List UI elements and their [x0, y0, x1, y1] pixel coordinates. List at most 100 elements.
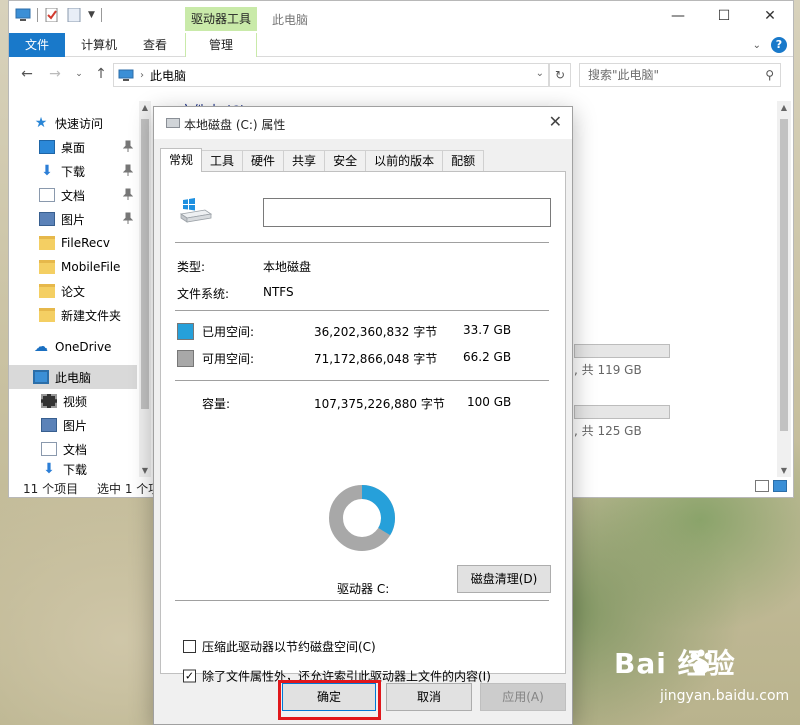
- minimize-icon[interactable]: —: [655, 1, 701, 31]
- qat-dropdown-icon[interactable]: ▼: [88, 10, 95, 20]
- video-icon: [41, 394, 57, 408]
- new-folder-icon[interactable]: [66, 8, 82, 22]
- download-arrow-icon: ⬇: [41, 163, 53, 179]
- sidebar-item-desktop[interactable]: 桌面: [39, 135, 137, 159]
- tab-hardware[interactable]: 硬件: [242, 150, 285, 172]
- search-input[interactable]: 搜索"此电脑" ⚲: [579, 63, 781, 87]
- back-arrow-icon[interactable]: ←: [17, 66, 37, 82]
- breadcrumb-this-pc[interactable]: 此电脑: [150, 67, 186, 84]
- divider: [175, 600, 549, 601]
- details-view-icon[interactable]: [755, 480, 769, 492]
- used-space-arc: [361, 485, 395, 536]
- free-space-swatch: [177, 350, 194, 367]
- qat-divider: [100, 8, 102, 22]
- compress-option[interactable]: 压缩此驱动器以节约磁盘空间(C): [183, 638, 376, 655]
- recent-locations-icon[interactable]: ⌄: [69, 69, 89, 79]
- sidebar-item-mobilefile[interactable]: MobileFile: [39, 255, 137, 279]
- sidebar-item-downloads[interactable]: ⬇ 下载: [39, 159, 137, 183]
- refresh-icon[interactable]: ↻: [549, 63, 571, 87]
- this-pc-icon[interactable]: [15, 8, 31, 22]
- desktop-icon: [39, 140, 55, 154]
- large-icons-view-icon[interactable]: [773, 480, 787, 492]
- sidebar-item-pictures[interactable]: 图片: [39, 207, 137, 231]
- apply-button[interactable]: 应用(A): [480, 683, 566, 711]
- sidebar-item-this-pc[interactable]: 此电脑: [9, 365, 137, 389]
- divider: [175, 380, 549, 381]
- type-label: 类型:: [177, 260, 206, 274]
- scroll-down-icon[interactable]: ▼: [139, 466, 151, 475]
- tab-computer[interactable]: 计算机: [71, 33, 127, 57]
- drive-icon: [166, 118, 180, 128]
- tab-general[interactable]: 常规: [160, 148, 203, 172]
- sidebar-item-label: 此电脑: [55, 370, 92, 385]
- picture-icon: [39, 212, 55, 226]
- hard-drive-icon: [179, 198, 213, 223]
- maximize-icon[interactable]: ☐: [701, 1, 747, 31]
- pin-icon[interactable]: [123, 188, 133, 200]
- tab-sharing[interactable]: 共享: [283, 150, 326, 172]
- filesystem-label: 文件系统:: [177, 287, 230, 301]
- sidebar-item-thesis[interactable]: 论文: [39, 279, 137, 303]
- properties-icon[interactable]: [44, 8, 60, 22]
- explorer-titlebar: ▼ 驱动器工具 此电脑 — ☐ ✕: [9, 1, 793, 33]
- sidebar-item-videos[interactable]: 视频: [41, 389, 137, 413]
- dialog-title: 本地磁盘 (C:) 属性: [184, 118, 286, 132]
- sidebar-item-quick-access[interactable]: ★ 快速访问: [33, 111, 133, 135]
- ribbon-tabs: 文件 计算机 查看 管理 ⌄ ?: [9, 33, 793, 57]
- scroll-thumb[interactable]: [780, 119, 788, 431]
- up-arrow-icon[interactable]: ↑: [91, 66, 111, 82]
- content-scrollbar[interactable]: ▲ ▼: [777, 101, 791, 477]
- search-icon[interactable]: ⚲: [765, 64, 774, 86]
- scroll-up-icon[interactable]: ▲: [778, 103, 790, 112]
- close-icon[interactable]: ✕: [549, 112, 562, 131]
- forward-arrow-icon[interactable]: →: [45, 66, 65, 82]
- ribbon-expand-icon[interactable]: ⌄: [753, 40, 761, 51]
- sidebar-item-filerecv[interactable]: FileRecv: [39, 231, 137, 255]
- capacity-gb: 100 GB: [467, 395, 512, 409]
- pin-icon[interactable]: [123, 164, 133, 176]
- sidebar-item-new-folder[interactable]: 新建文件夹: [39, 303, 137, 327]
- watermark-url: jingyan.baidu.com: [660, 688, 790, 704]
- sidebar-item-documents-pc[interactable]: 文档: [41, 437, 137, 461]
- breadcrumb-chevron-icon[interactable]: ›: [140, 70, 144, 81]
- help-icon[interactable]: ?: [771, 37, 787, 53]
- sidebar-item-label: 图片: [61, 212, 86, 227]
- address-field[interactable]: › 此电脑 ⌄: [113, 63, 549, 87]
- tab-manage[interactable]: 管理: [185, 33, 257, 57]
- tab-file[interactable]: 文件: [9, 33, 65, 57]
- ok-button-highlight-annotation: [278, 680, 381, 720]
- compress-checkbox[interactable]: [183, 640, 196, 653]
- index-checkbox[interactable]: ✓: [183, 669, 196, 683]
- dialog-tabs: 常规 工具 硬件 共享 安全 以前的版本 配额: [160, 148, 485, 172]
- divider: [175, 310, 549, 311]
- sidebar-item-documents[interactable]: 文档: [39, 183, 137, 207]
- sidebar-item-label: MobileFile: [61, 260, 121, 274]
- tab-tools[interactable]: 工具: [201, 150, 244, 172]
- tab-quota[interactable]: 配额: [442, 150, 485, 172]
- nav-pane-scrollbar[interactable]: ▲ ▼: [139, 101, 151, 477]
- scroll-up-icon[interactable]: ▲: [139, 103, 151, 112]
- sidebar-item-label: 下载: [61, 164, 86, 179]
- scroll-down-icon[interactable]: ▼: [778, 466, 790, 475]
- pin-icon[interactable]: [123, 212, 133, 224]
- disk-cleanup-button[interactable]: 磁盘清理(D): [457, 565, 551, 593]
- tab-view[interactable]: 查看: [129, 33, 181, 57]
- drive2-space-text: , 共 125 GB: [574, 424, 642, 438]
- star-icon: ★: [34, 115, 48, 131]
- cancel-button[interactable]: 取消: [386, 683, 472, 711]
- sidebar-item-onedrive[interactable]: ☁ OneDrive: [33, 335, 137, 359]
- sidebar-item-label: 快速访问: [55, 116, 104, 131]
- drive-letter-label: 驱动器 C:: [337, 582, 390, 596]
- address-dropdown-icon[interactable]: ⌄: [536, 68, 544, 79]
- used-space-swatch: [177, 323, 194, 340]
- tab-security[interactable]: 安全: [324, 150, 367, 172]
- scroll-thumb[interactable]: [141, 119, 149, 409]
- sidebar-item-downloads-pc[interactable]: ⬇ 下载: [41, 461, 137, 477]
- folder-icon: [39, 308, 55, 322]
- drive-name-input[interactable]: [263, 198, 551, 227]
- sidebar-item-pictures-pc[interactable]: 图片: [41, 413, 137, 437]
- pin-icon[interactable]: [123, 140, 133, 152]
- used-space-label: 已用空间:: [202, 325, 255, 339]
- close-icon[interactable]: ✕: [747, 1, 793, 31]
- tab-previous-versions[interactable]: 以前的版本: [365, 150, 444, 172]
